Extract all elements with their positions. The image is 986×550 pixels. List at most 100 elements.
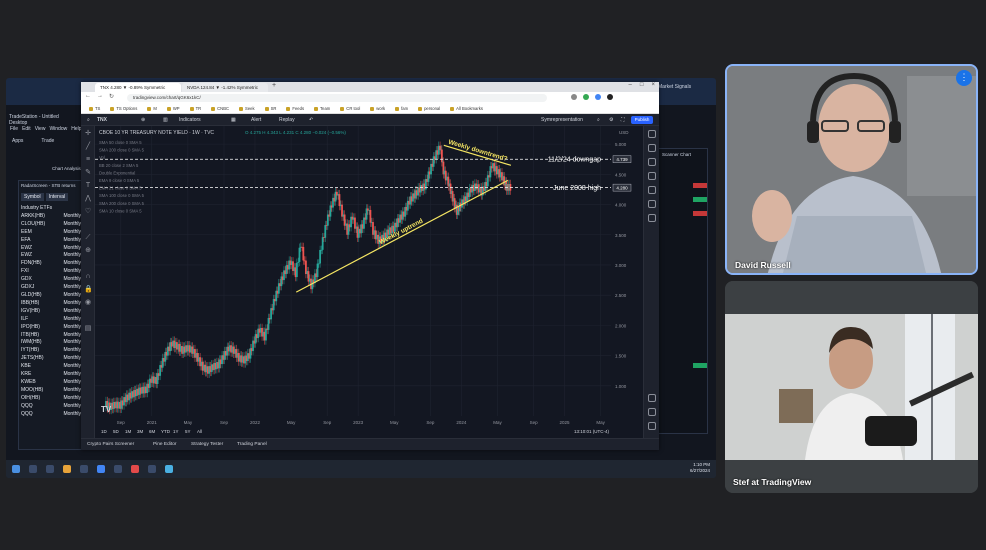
bookmark-item[interactable]: CNBC bbox=[211, 106, 229, 111]
column-symbol[interactable]: Symbol bbox=[21, 193, 44, 201]
pattern-icon[interactable]: ⋀ bbox=[84, 195, 92, 203]
table-row[interactable]: ILF Monthly bbox=[21, 316, 81, 324]
timeframe-button[interactable]: 1Y bbox=[173, 429, 179, 434]
data-window-icon[interactable] bbox=[648, 158, 656, 166]
app-icon[interactable] bbox=[148, 465, 156, 473]
table-row[interactable]: EWZ Monthly bbox=[21, 252, 81, 260]
trash-icon[interactable]: ▤ bbox=[84, 325, 92, 333]
windows-start-icon[interactable] bbox=[12, 465, 20, 473]
table-row[interactable]: IWM(HB) Monthly bbox=[21, 339, 81, 347]
forward-icon[interactable]: → bbox=[97, 93, 103, 100]
new-tab-icon[interactable]: + bbox=[272, 82, 276, 89]
more-vert-icon[interactable]: ⋮ bbox=[956, 70, 972, 86]
extension-icon[interactable] bbox=[583, 94, 589, 100]
apps-button[interactable]: Apps bbox=[12, 138, 23, 150]
chart-type-icon[interactable]: ▥ bbox=[163, 117, 168, 123]
app-icon[interactable] bbox=[131, 465, 139, 473]
bookmark-item[interactable]: Team bbox=[314, 106, 330, 111]
calendar-icon[interactable] bbox=[648, 186, 656, 194]
settings-icon[interactable]: ⚙ bbox=[609, 117, 613, 123]
table-row[interactable]: OIH(HB) Monthly bbox=[21, 395, 81, 403]
indicators-button[interactable]: Indicators bbox=[179, 117, 201, 123]
menu-view[interactable]: View bbox=[35, 126, 46, 132]
trade-button[interactable]: Trade bbox=[41, 138, 54, 150]
crosshair-icon[interactable]: ✛ bbox=[84, 130, 92, 138]
table-row[interactable]: FXI Monthly bbox=[21, 268, 81, 276]
timeframe-button[interactable]: 3M bbox=[137, 429, 144, 434]
alerts-icon[interactable] bbox=[648, 144, 656, 152]
table-row[interactable]: ITB(HB) Monthly bbox=[21, 332, 81, 340]
layout-name[interactable]: Symrepresentation bbox=[541, 117, 583, 123]
bookmark-item[interactable]: personal bbox=[418, 106, 440, 111]
timeframe-button[interactable]: 1M bbox=[125, 429, 132, 434]
publish-button[interactable]: Publish bbox=[631, 116, 653, 124]
table-row[interactable]: QQQ Monthly bbox=[21, 403, 81, 411]
bookmark-item[interactable]: M bbox=[147, 106, 157, 111]
table-row[interactable]: KBE Monthly bbox=[21, 363, 81, 371]
address-bar[interactable]: tradingview.com/chart/qGK6x1kC/ bbox=[127, 94, 547, 102]
maximize-icon[interactable]: □ bbox=[640, 82, 644, 88]
app-icon[interactable] bbox=[114, 465, 122, 473]
reload-icon[interactable]: ↻ bbox=[109, 93, 114, 100]
bookmark-item[interactable]: SR bbox=[264, 106, 276, 111]
price-chart[interactable]: 1.000 1.500 2.000 2.500 3.000 3.500 4.000 4.500… bbox=[95, 126, 643, 438]
table-row[interactable]: IPO(HB) Monthly bbox=[21, 324, 81, 332]
chat-icon[interactable] bbox=[648, 214, 656, 222]
bottom-tab[interactable]: Pine Editor bbox=[153, 442, 176, 447]
chrome-icon[interactable] bbox=[97, 465, 105, 473]
text-icon[interactable]: T bbox=[84, 182, 92, 190]
table-row[interactable]: CLOU(HB) Monthly bbox=[21, 221, 81, 229]
watchlist-icon[interactable] bbox=[648, 130, 656, 138]
hotlist-icon[interactable] bbox=[648, 172, 656, 180]
table-row[interactable]: IGV(HB) Monthly bbox=[21, 308, 81, 316]
settings-icon[interactable] bbox=[648, 394, 656, 402]
undo-icon[interactable]: ↶ bbox=[309, 117, 313, 123]
layout-icon[interactable]: ▦ bbox=[231, 117, 236, 123]
bookmark-item[interactable]: CR tool bbox=[340, 106, 360, 111]
timeframe-button[interactable]: YTD bbox=[161, 429, 171, 434]
eye-icon[interactable]: ◉ bbox=[84, 299, 92, 307]
timeframe-button[interactable]: 1D bbox=[101, 429, 108, 434]
trendline-icon[interactable]: ╱ bbox=[84, 143, 92, 151]
bookmark-item[interactable]: WP bbox=[166, 106, 180, 111]
search-icon[interactable]: ⌕ bbox=[597, 117, 600, 123]
menu-file[interactable]: File bbox=[10, 126, 18, 132]
minimize-icon[interactable]: – bbox=[629, 82, 632, 88]
table-row[interactable]: ARKK(HB) Monthly bbox=[21, 213, 81, 221]
app-icon[interactable] bbox=[165, 465, 173, 473]
table-row[interactable]: JETS(HB) Monthly bbox=[21, 355, 81, 363]
timeframe-button[interactable]: 6M bbox=[149, 429, 156, 434]
ideas-icon[interactable] bbox=[648, 200, 656, 208]
table-row[interactable]: EEM Monthly bbox=[21, 229, 81, 237]
calendar-icon[interactable] bbox=[648, 408, 656, 416]
menu-window[interactable]: Window bbox=[49, 126, 67, 132]
table-row[interactable]: GDXJ Monthly bbox=[21, 284, 81, 292]
symbol-name[interactable]: TNX bbox=[97, 117, 107, 123]
bottom-tab[interactable]: Crypto Pairs Screener bbox=[87, 442, 134, 447]
table-row[interactable]: GLD(HB) Monthly bbox=[21, 292, 81, 300]
bookmark-item[interactable]: All Bookmarks bbox=[450, 106, 483, 111]
timeframe-button[interactable]: 5D bbox=[113, 429, 120, 434]
browser-tab-nvda[interactable]: NVDA 124.84 ▼ -1.42% Symmetric bbox=[182, 83, 268, 92]
taskview-icon[interactable] bbox=[46, 465, 54, 473]
ruler-icon[interactable]: ⟋ bbox=[84, 234, 92, 242]
bookmark-item[interactable]: TR bbox=[189, 106, 201, 111]
column-interval[interactable]: Interval bbox=[45, 193, 69, 201]
back-icon[interactable]: ← bbox=[85, 93, 91, 100]
timeframe-button[interactable]: 5Y bbox=[185, 429, 191, 434]
replay-button[interactable]: Replay bbox=[279, 117, 295, 123]
table-row[interactable]: KRE Monthly bbox=[21, 371, 81, 379]
table-row[interactable]: MOO(HB) Monthly bbox=[21, 387, 81, 395]
table-row[interactable]: EWZ Monthly bbox=[21, 245, 81, 253]
app-icon[interactable] bbox=[80, 465, 88, 473]
bookmark-item[interactable]: TS Options bbox=[110, 106, 137, 111]
table-row[interactable]: EFA Monthly bbox=[21, 237, 81, 245]
bookmark-item[interactable]: work bbox=[370, 106, 385, 111]
zoom-icon[interactable]: ⊕ bbox=[84, 247, 92, 255]
symbol-search-icon[interactable]: ⌕ bbox=[87, 117, 90, 123]
table-row[interactable]: GDX Monthly bbox=[21, 276, 81, 284]
bookmark-item[interactable]: Feeds bbox=[286, 106, 304, 111]
bookmark-item[interactable]: TS bbox=[89, 106, 100, 111]
brush-icon[interactable]: ✎ bbox=[84, 169, 92, 177]
compare-icon[interactable]: ⊕ bbox=[141, 117, 145, 123]
